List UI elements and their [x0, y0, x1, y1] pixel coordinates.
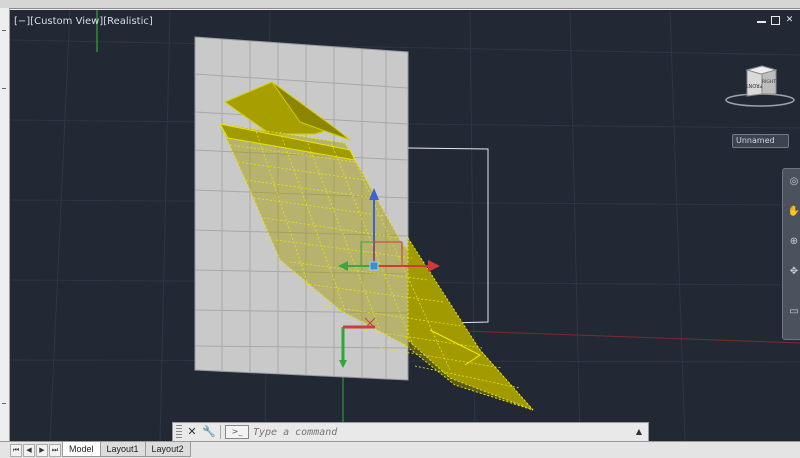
showmotion-icon[interactable]: ▭ — [787, 305, 800, 319]
viewcube-front-label: FRONT — [745, 82, 763, 88]
tab-layout2[interactable]: Layout2 — [144, 442, 191, 457]
palette-marker — [2, 30, 6, 31]
first-tab-icon[interactable]: ⏮ — [10, 444, 22, 457]
minimize-icon[interactable] — [757, 16, 766, 23]
viewport-window-controls: ✕ — [757, 16, 794, 25]
viewcube-icon[interactable]: FRONT RIGHT — [722, 54, 798, 114]
orbit-icon[interactable]: ✥ — [787, 265, 800, 279]
divider — [220, 425, 221, 439]
layout-tab-bar: ⏮ ◀ ▶ ⏭ Model Layout1 Layout2 — [0, 441, 800, 458]
command-line-grip[interactable] — [176, 425, 182, 439]
zoom-icon[interactable]: ⊕ — [787, 235, 800, 249]
wrench-icon[interactable]: 🔧 — [202, 425, 216, 439]
gizmo-x-arrow[interactable] — [428, 260, 440, 272]
layout-tabs: Model Layout1 Layout2 — [62, 442, 191, 457]
tab-layout1[interactable]: Layout1 — [99, 442, 146, 457]
gizmo-center-grip[interactable] — [369, 261, 379, 271]
command-input[interactable] — [253, 425, 633, 439]
last-tab-icon[interactable]: ⏭ — [49, 444, 61, 457]
tab-navigation: ⏮ ◀ ▶ ⏭ — [10, 444, 62, 457]
restore-icon[interactable] — [771, 16, 780, 25]
command-prompt-icon[interactable]: >_ — [225, 425, 249, 439]
tab-model[interactable]: Model — [62, 442, 101, 457]
command-history-arrow-icon[interactable]: ▲ — [633, 425, 645, 439]
3d-scene[interactable] — [10, 10, 800, 441]
navigation-bar: ◎ ✋ ⊕ ✥ ▭ — [782, 168, 800, 340]
close-icon[interactable]: ✕ — [185, 425, 199, 439]
viewport-label[interactable]: [−][Custom View][Realistic] — [14, 16, 153, 27]
close-icon[interactable]: ✕ — [785, 16, 794, 25]
top-toolbar-strip — [0, 0, 800, 9]
palette-marker — [2, 88, 6, 89]
viewcube-right-label: RIGHT — [762, 79, 776, 85]
ucs-dropdown[interactable]: Unnamed — [732, 134, 789, 148]
pan-icon[interactable]: ✋ — [787, 205, 800, 219]
drawing-viewport[interactable]: [−][Custom View][Realistic] ✕ FRONT RIGH… — [10, 10, 800, 441]
steering-wheel-icon[interactable]: ◎ — [787, 175, 800, 189]
prev-tab-icon[interactable]: ◀ — [23, 444, 35, 457]
command-line: ✕ 🔧 >_ ▲ — [172, 422, 649, 442]
next-tab-icon[interactable]: ▶ — [36, 444, 48, 457]
left-palette — [0, 8, 10, 441]
palette-marker — [2, 403, 6, 404]
